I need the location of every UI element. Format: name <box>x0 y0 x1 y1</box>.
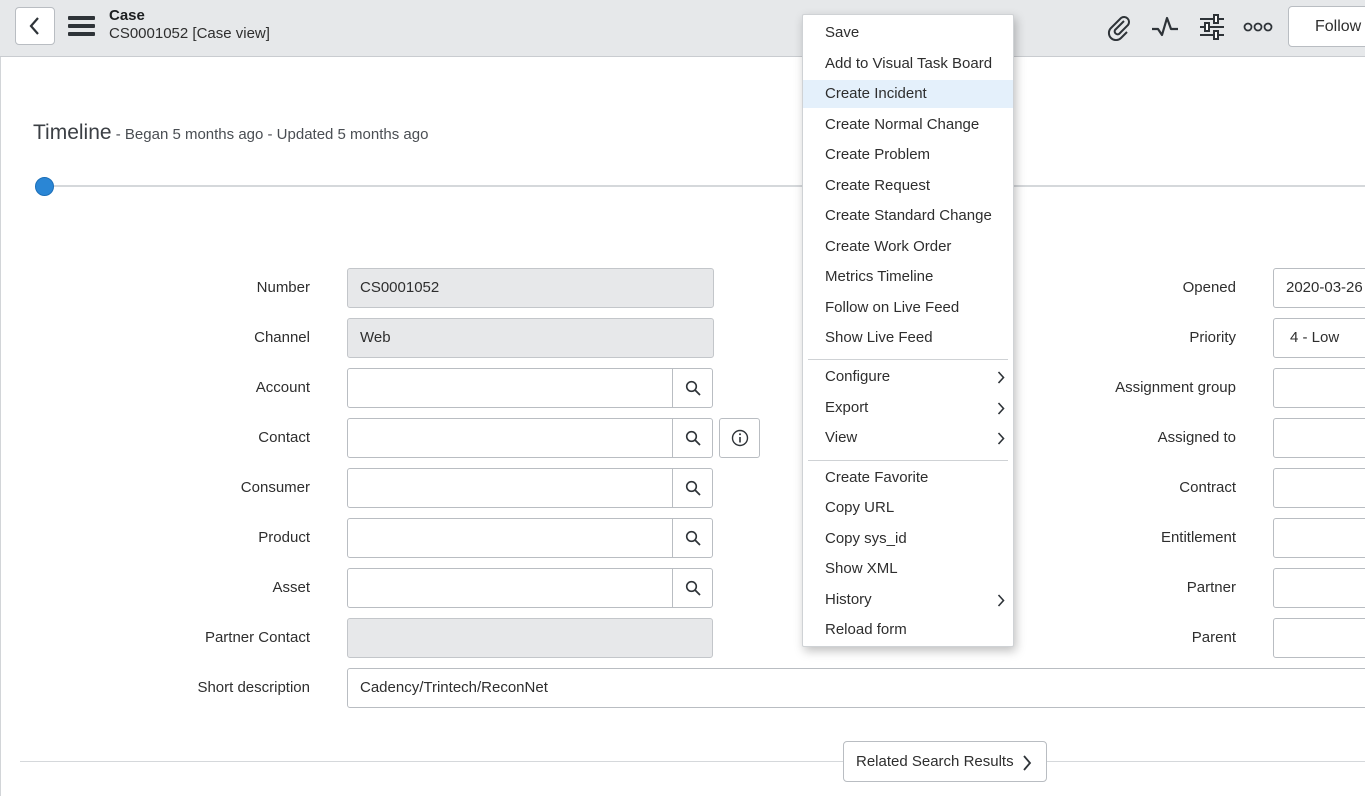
short-description-label: Short description <box>197 679 310 696</box>
menu-separator <box>808 460 1008 461</box>
paperclip-icon[interactable] <box>1103 11 1135 43</box>
product-lookup-button[interactable] <box>672 518 713 558</box>
entitlement-label: Entitlement <box>1160 529 1236 546</box>
title-block: Case CS0001052 [Case view] <box>109 7 270 43</box>
partner-contact-field[interactable] <box>347 618 713 658</box>
left-edge <box>0 57 1 796</box>
consumer-lookup-button[interactable] <box>672 468 713 508</box>
menu-item-follow-on-live-feed[interactable]: Follow on Live Feed <box>803 294 1013 322</box>
chevron-right-icon <box>997 371 1005 384</box>
number-label: Number <box>256 279 310 296</box>
consumer-input[interactable] <box>347 468 673 508</box>
menu-item-export[interactable]: Export <box>803 394 1013 422</box>
contact-lookup-button[interactable] <box>672 418 713 458</box>
menu-item-history[interactable]: History <box>803 586 1013 614</box>
ellipsis-icon[interactable] <box>1242 11 1274 43</box>
related-search-results-button[interactable]: Related Search Results <box>843 741 1047 782</box>
menu-item-show-live-feed[interactable]: Show Live Feed <box>803 324 1013 352</box>
parent-field[interactable] <box>1273 618 1365 658</box>
contact-label: Contact <box>258 429 310 446</box>
timeline-subtitle: - Began 5 months ago - Updated 5 months … <box>111 126 429 143</box>
hamburger-icon[interactable] <box>68 16 95 36</box>
menu-item-create-incident[interactable]: Create Incident <box>803 80 1013 108</box>
assigned-to-label: Assigned to <box>1157 429 1236 446</box>
menu-item-save[interactable]: Save <box>803 19 1013 47</box>
menu-separator <box>808 359 1008 360</box>
assignment-group-label: Assignment group <box>1115 379 1236 396</box>
search-icon <box>685 530 701 546</box>
chevron-right-icon <box>997 402 1005 415</box>
opened-label: Opened <box>1182 279 1236 296</box>
assignment-group-field[interactable] <box>1273 368 1365 408</box>
priority-select[interactable]: 4 - Low <box>1273 318 1365 358</box>
menu-item-create-standard-change[interactable]: Create Standard Change <box>803 202 1013 230</box>
menu-item-configure-label: Configure <box>825 368 891 385</box>
menu-item-create-work-order[interactable]: Create Work Order <box>803 233 1013 261</box>
contract-label: Contract <box>1179 479 1236 496</box>
menu-item-create-favorite[interactable]: Create Favorite <box>803 464 1013 492</box>
menu-item-reload-form[interactable]: Reload form <box>803 616 1013 644</box>
menu-item-view[interactable]: View <box>803 424 1013 452</box>
form-header: Case CS0001052 [Case view] Follow <box>0 0 1365 57</box>
product-label: Product <box>258 529 310 546</box>
related-search-results-label: Related Search Results <box>856 753 1014 770</box>
menu-item-view-label: View <box>825 429 858 446</box>
search-icon <box>685 380 701 396</box>
partner-contact-label: Partner Contact <box>204 629 310 646</box>
short-description-field[interactable]: Cadency/Trintech/ReconNet <box>347 668 1365 708</box>
partner-label: Partner <box>1186 579 1236 596</box>
asset-lookup-button[interactable] <box>672 568 713 608</box>
chevron-left-icon <box>29 17 39 35</box>
menu-item-metrics-timeline[interactable]: Metrics Timeline <box>803 263 1013 291</box>
section-divider <box>20 761 1365 762</box>
account-input[interactable] <box>347 368 673 408</box>
menu-item-copy-sys-id[interactable]: Copy sys_id <box>803 525 1013 553</box>
consumer-label: Consumer <box>240 479 310 496</box>
sliders-icon[interactable] <box>1196 11 1228 43</box>
asset-input[interactable] <box>347 568 673 608</box>
menu-item-show-xml[interactable]: Show XML <box>803 555 1013 583</box>
account-lookup-button[interactable] <box>672 368 713 408</box>
channel-field[interactable]: Web <box>347 318 714 358</box>
search-icon <box>685 480 701 496</box>
page-subtitle: CS0001052 [Case view] <box>109 25 270 42</box>
account-label: Account <box>255 379 310 396</box>
page-title: Case <box>109 7 145 24</box>
menu-item-copy-url[interactable]: Copy URL <box>803 494 1013 522</box>
menu-item-history-label: History <box>825 591 872 608</box>
back-button[interactable] <box>15 7 55 45</box>
priority-label: Priority <box>1189 329 1236 346</box>
info-icon <box>731 429 748 447</box>
partner-field[interactable] <box>1273 568 1365 608</box>
menu-item-create-request[interactable]: Create Request <box>803 172 1013 200</box>
search-icon <box>685 430 701 446</box>
menu-item-configure[interactable]: Configure <box>803 363 1013 391</box>
chevron-right-icon <box>997 432 1005 445</box>
parent-label: Parent <box>1191 629 1236 646</box>
contract-field[interactable] <box>1273 468 1365 508</box>
menu-item-export-label: Export <box>825 399 869 416</box>
entitlement-field[interactable] <box>1273 518 1365 558</box>
menu-item-create-normal-change[interactable]: Create Normal Change <box>803 111 1013 139</box>
assigned-to-field[interactable] <box>1273 418 1365 458</box>
search-icon <box>685 580 701 596</box>
contact-info-button[interactable] <box>719 418 760 458</box>
number-field[interactable]: CS0001052 <box>347 268 714 308</box>
timeline-heading: Timeline - Began 5 months ago - Updated … <box>33 121 428 145</box>
pulse-icon[interactable] <box>1149 11 1181 43</box>
timeline-track <box>44 185 1365 187</box>
channel-label: Channel <box>254 329 310 346</box>
menu-item-add-to-visual-task-board[interactable]: Add to Visual Task Board <box>803 50 1013 78</box>
opened-field[interactable]: 2020-03-26 1 <box>1273 268 1365 308</box>
asset-label: Asset <box>272 579 310 596</box>
timeline-title: Timeline <box>33 121 112 144</box>
context-menu: Save Add to Visual Task Board Create Inc… <box>802 14 1014 647</box>
contact-input[interactable] <box>347 418 673 458</box>
menu-item-create-problem[interactable]: Create Problem <box>803 141 1013 169</box>
timeline-marker[interactable] <box>35 177 54 196</box>
follow-button[interactable]: Follow <box>1288 6 1365 47</box>
product-input[interactable] <box>347 518 673 558</box>
chevron-right-icon <box>997 594 1005 607</box>
chevron-right-icon <box>1023 755 1032 771</box>
